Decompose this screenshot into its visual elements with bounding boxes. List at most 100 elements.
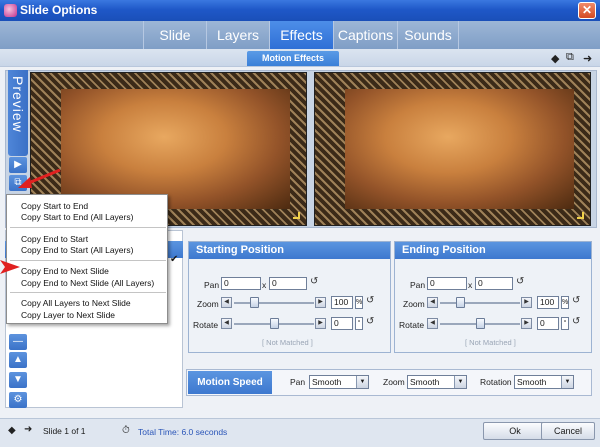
tab-sounds[interactable]: Sounds xyxy=(397,21,459,49)
end-zoom-input[interactable]: 100 xyxy=(537,296,559,309)
starting-position-panel: Starting Position Pan 0 x 0 ↺ Zoom ◀ ▶ 1… xyxy=(188,241,391,353)
tab-layers[interactable]: Layers xyxy=(206,21,269,49)
pan-separator: x xyxy=(262,280,267,290)
image-content xyxy=(345,89,574,209)
rotate-increase-button[interactable]: ▶ xyxy=(521,318,532,329)
start-rotate-input[interactable]: 0 xyxy=(331,317,353,330)
total-time: Total Time: 6.0 seconds xyxy=(138,427,228,437)
move-down-icon[interactable]: ▼ xyxy=(9,372,27,388)
end-preview-image[interactable] xyxy=(314,72,591,226)
motion-zoom-value: Smooth xyxy=(410,377,440,387)
end-rotate-input[interactable]: 0 xyxy=(537,317,559,330)
preview-label: Preview xyxy=(10,76,26,133)
menu-item-copy-start-to-end-all[interactable]: Copy Start to End (All Layers) xyxy=(21,212,133,222)
motion-rotation-label: Rotation xyxy=(480,377,512,387)
chevron-down-icon: ▼ xyxy=(454,376,466,388)
remove-icon[interactable]: — xyxy=(9,334,27,350)
next-slide-icon[interactable]: ➜ xyxy=(24,424,32,435)
zoom-unit: % xyxy=(355,296,363,309)
rotate-slider-thumb[interactable] xyxy=(476,318,485,329)
rotate-unit: ° xyxy=(561,317,569,330)
rotate-decrease-button[interactable]: ◀ xyxy=(427,318,438,329)
not-matched-label: [ Not Matched ] xyxy=(262,338,313,347)
rotate-label: Rotate xyxy=(399,320,425,330)
zoom-slider-thumb[interactable] xyxy=(456,297,465,308)
motion-rotation-select[interactable]: Smooth ▼ xyxy=(514,375,574,389)
image-content xyxy=(61,89,290,209)
end-pan-y-input[interactable]: 0 xyxy=(475,277,513,290)
resize-handle-icon[interactable] xyxy=(577,212,584,219)
reset-zoom-icon[interactable]: ↺ xyxy=(366,295,374,306)
menu-item-copy-start-to-end[interactable]: Copy Start to End xyxy=(21,201,88,211)
resize-handle-icon[interactable] xyxy=(293,212,300,219)
prev-slide-icon[interactable]: ◆ xyxy=(8,425,16,436)
clock-icon: ⏱ xyxy=(122,425,130,436)
reset-rotate-icon[interactable]: ↺ xyxy=(366,316,374,327)
title-bar: Slide Options ✕ xyxy=(0,0,600,21)
rotate-increase-button[interactable]: ▶ xyxy=(315,318,326,329)
motion-pan-label: Pan xyxy=(290,377,306,387)
pan-label: Pan xyxy=(204,280,220,290)
annotation-arrow-icon xyxy=(0,260,20,274)
zoom-decrease-button[interactable]: ◀ xyxy=(221,297,232,308)
motion-rotation-value: Smooth xyxy=(517,377,547,387)
ok-button[interactable]: Ok xyxy=(483,422,547,440)
prev-slide-icon[interactable]: ◆ xyxy=(551,52,559,65)
menu-item-copy-end-to-next-slide[interactable]: Copy End to Next Slide xyxy=(21,266,109,276)
menu-separator xyxy=(10,260,166,261)
next-slide-icon[interactable]: ➜ xyxy=(583,52,592,65)
starting-position-title: Starting Position xyxy=(189,242,390,259)
reset-pan-icon[interactable]: ↺ xyxy=(516,276,524,287)
rotate-slider-thumb[interactable] xyxy=(270,318,279,329)
zoom-slider-thumb[interactable] xyxy=(250,297,259,308)
menu-separator xyxy=(10,227,166,228)
rotate-unit: ° xyxy=(355,317,363,330)
start-pan-y-input[interactable]: 0 xyxy=(269,277,307,290)
tab-effects[interactable]: Effects xyxy=(269,21,333,49)
menu-item-copy-all-layers-to-next-slide[interactable]: Copy All Layers to Next Slide xyxy=(21,298,131,308)
chevron-down-icon: ▼ xyxy=(356,376,368,388)
close-button[interactable]: ✕ xyxy=(578,2,596,19)
move-up-icon[interactable]: ▲ xyxy=(9,352,27,368)
chevron-down-icon: ▼ xyxy=(561,376,573,388)
copy-context-menu: Copy Start to End Copy Start to End (All… xyxy=(6,194,168,324)
subtab-motion-effects[interactable]: Motion Effects xyxy=(247,51,339,66)
pan-label: Pan xyxy=(410,280,426,290)
menu-item-copy-end-to-start[interactable]: Copy End to Start xyxy=(21,234,88,244)
annotation-arrow-icon xyxy=(18,168,61,188)
tab-captions[interactable]: Captions xyxy=(333,21,397,49)
preview-toggle[interactable]: Preview xyxy=(8,70,28,156)
ending-position-panel: Ending Position Pan 0 x 0 ↺ Zoom ◀ ▶ 100… xyxy=(394,241,592,353)
zoom-slider-track[interactable] xyxy=(234,302,314,304)
reset-rotate-icon[interactable]: ↺ xyxy=(572,316,580,327)
zoom-decrease-button[interactable]: ◀ xyxy=(427,297,438,308)
app-icon xyxy=(4,4,17,17)
start-zoom-input[interactable]: 100 xyxy=(331,296,353,309)
slide-status: Slide 1 of 1 xyxy=(43,426,86,436)
reset-zoom-icon[interactable]: ↺ xyxy=(572,295,580,306)
pan-separator: x xyxy=(468,280,473,290)
rotate-label: Rotate xyxy=(193,320,219,330)
zoom-increase-button[interactable]: ▶ xyxy=(521,297,532,308)
reset-pan-icon[interactable]: ↺ xyxy=(310,276,318,287)
rotate-decrease-button[interactable]: ◀ xyxy=(221,318,232,329)
tab-slide[interactable]: Slide xyxy=(143,21,206,49)
menu-separator xyxy=(10,292,166,293)
motion-zoom-select[interactable]: Smooth ▼ xyxy=(407,375,467,389)
zoom-unit: % xyxy=(561,296,569,309)
motion-zoom-label: Zoom xyxy=(383,377,405,387)
menu-item-copy-end-to-next-slide-all[interactable]: Copy End to Next Slide (All Layers) xyxy=(21,278,154,288)
menu-item-copy-layer-to-next-slide[interactable]: Copy Layer to Next Slide xyxy=(21,310,115,320)
layer-check-icon[interactable]: ✔ xyxy=(170,254,180,265)
zoom-increase-button[interactable]: ▶ xyxy=(315,297,326,308)
motion-pan-value: Smooth xyxy=(312,377,342,387)
start-pan-x-input[interactable]: 0 xyxy=(221,277,261,290)
zoom-slider-track[interactable] xyxy=(440,302,520,304)
cancel-button[interactable]: Cancel xyxy=(541,422,595,440)
end-pan-x-input[interactable]: 0 xyxy=(427,277,467,290)
motion-speed-title: Motion Speed xyxy=(188,371,272,394)
menu-item-copy-end-to-start-all[interactable]: Copy End to Start (All Layers) xyxy=(21,245,133,255)
motion-pan-select[interactable]: Smooth ▼ xyxy=(309,375,369,389)
layer-settings-icon[interactable]: ⚙ xyxy=(9,392,27,408)
copy-slide-icon[interactable]: ⧉ xyxy=(566,51,574,64)
